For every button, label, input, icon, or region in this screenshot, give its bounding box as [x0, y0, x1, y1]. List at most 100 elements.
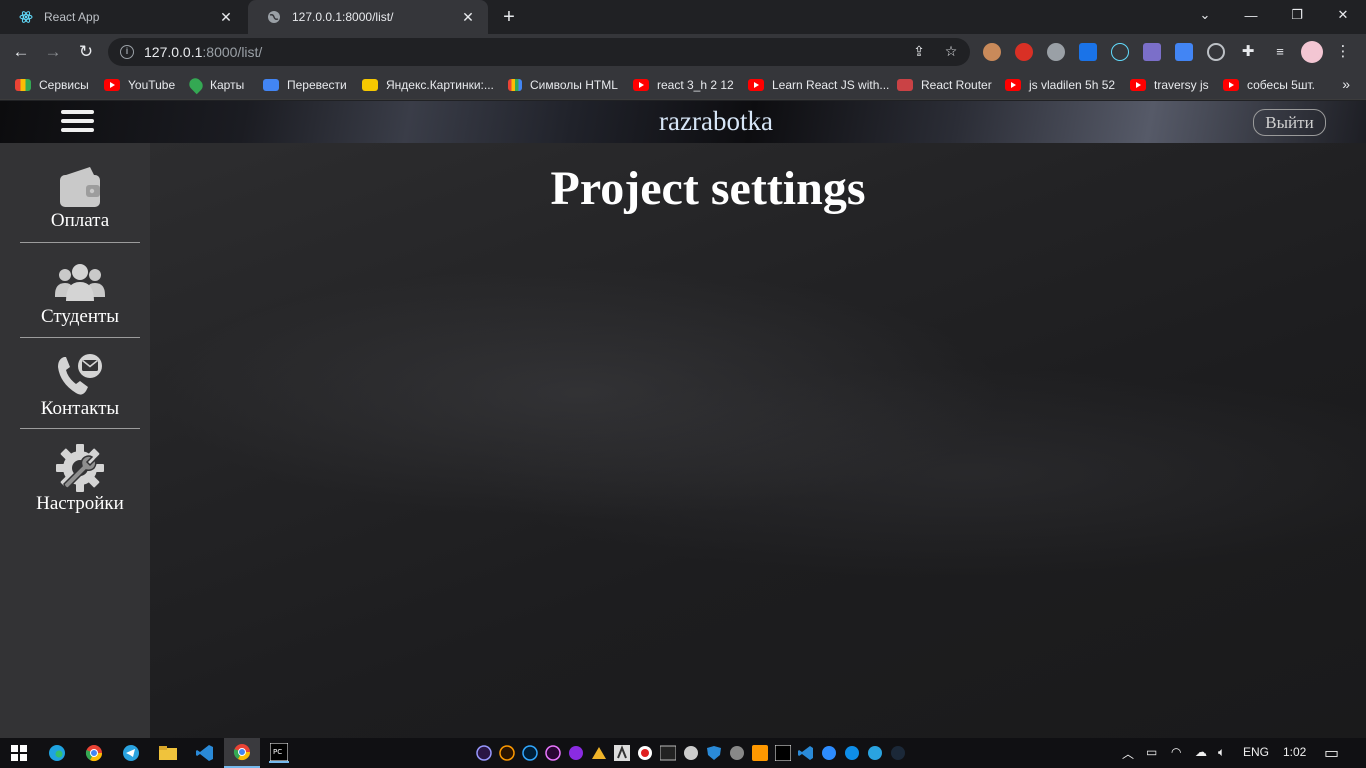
youtube-icon	[1223, 79, 1239, 91]
tray-volume-icon[interactable]: 🔈︎	[1218, 745, 1225, 760]
sublime-icon[interactable]	[750, 743, 770, 763]
react-router-icon	[897, 79, 913, 91]
close-window-button[interactable]: ✕	[1320, 0, 1366, 30]
bookmark-label: Яндекс.Картинки:...	[386, 78, 494, 92]
bookmark-label: Карты	[210, 78, 245, 92]
extension-f-icon[interactable]	[1079, 43, 1097, 61]
record-icon[interactable]	[635, 743, 655, 763]
steam-icon[interactable]	[888, 743, 908, 763]
react-favicon-icon	[18, 9, 34, 25]
extension-react-devtools-icon[interactable]	[1111, 43, 1129, 61]
extension-gear-icon[interactable]	[1047, 43, 1065, 61]
vscode-icon[interactable]	[195, 743, 215, 763]
reload-button[interactable]: ↻	[73, 39, 99, 65]
profile-avatar[interactable]	[1301, 41, 1323, 63]
sidebar-item-students[interactable]: Студенты	[20, 261, 140, 328]
tray-language[interactable]: ENG	[1243, 745, 1269, 759]
sidebar-item-label: Контакты	[40, 398, 120, 419]
app-header: razrabotka Выйти	[0, 101, 1366, 143]
extension-hand-icon[interactable]	[1015, 43, 1033, 61]
tray-cloud-icon[interactable]: ☁	[1195, 745, 1207, 759]
illustrator-icon[interactable]	[497, 743, 517, 763]
photoshop-icon[interactable]	[520, 743, 540, 763]
bookmark-traversy-js[interactable]: traversy js	[1130, 77, 1209, 93]
premiere-icon[interactable]	[543, 743, 563, 763]
bookmark-html-symbols[interactable]: Символы HTML	[508, 77, 618, 93]
tray-chevron-icon[interactable]: ︿	[1122, 745, 1134, 762]
bookmarks-overflow-icon[interactable]: »	[1342, 76, 1350, 92]
windows-taskbar: PC ︿ ▭ ◠ ☁ 🔈︎ ENG 1:02 ▭	[0, 738, 1366, 768]
logout-button[interactable]: Выйти	[1253, 109, 1326, 136]
file-explorer-icon[interactable]	[158, 743, 178, 763]
maps-pin-icon	[186, 75, 206, 95]
sidebar: Оплата Студенты Контакты Настройки	[0, 143, 150, 738]
new-tab-button[interactable]: +	[498, 6, 520, 28]
bookmark-yandex-images[interactable]: Яндекс.Картинки:...	[362, 77, 494, 93]
restore-button[interactable]: ❐	[1274, 0, 1320, 30]
vscode-small-icon[interactable]	[796, 743, 816, 763]
extension-owl-icon[interactable]	[983, 43, 1001, 61]
chrome-active-icon[interactable]	[224, 738, 260, 768]
sidebar-item-settings[interactable]: Настройки	[20, 442, 140, 515]
bookmark-label: YouTube	[128, 78, 176, 92]
notifications-icon[interactable]: ▭	[1324, 743, 1339, 763]
bookmark-maps[interactable]: Карты	[186, 75, 245, 95]
chrome-icon[interactable]	[84, 743, 104, 763]
html-symbols-icon	[508, 79, 522, 91]
bookmark-react-3h[interactable]: react 3_h 2 12	[633, 77, 734, 93]
tray-clock[interactable]: 1:02	[1283, 745, 1306, 759]
bookmark-translate[interactable]: Перевести	[263, 77, 347, 93]
extension-colorpicker-icon[interactable]	[1143, 43, 1161, 61]
site-info-icon[interactable]: i	[120, 45, 134, 59]
bookmark-youtube[interactable]: YouTube	[104, 77, 175, 93]
pycharm-icon[interactable]: PC	[269, 743, 289, 763]
edge-icon[interactable]	[47, 743, 67, 763]
tab-close-icon[interactable]: ✕	[218, 9, 234, 25]
share-icon[interactable]: ⇪	[910, 43, 928, 60]
bookmark-js-vladilen[interactable]: js vladilen 5h 52	[1005, 77, 1115, 93]
bookmark-label: Символы HTML	[530, 78, 618, 92]
terminal-icon[interactable]	[658, 743, 678, 763]
app-warning-icon[interactable]	[589, 743, 609, 763]
back-button[interactable]: ←	[8, 39, 34, 65]
extension-target-icon[interactable]	[1207, 43, 1225, 61]
pycharm-small-icon[interactable]	[773, 743, 793, 763]
tab-react-app[interactable]: React App ✕	[0, 0, 246, 34]
bookmark-services[interactable]: Сервисы	[15, 77, 89, 93]
sidebar-item-contacts[interactable]: Контакты	[20, 351, 140, 420]
tray-wifi-icon[interactable]: ◠	[1171, 745, 1181, 759]
bookmark-label: react 3_h 2 12	[657, 78, 734, 92]
tab-search-chevron-icon[interactable]: ⌄	[1182, 0, 1228, 30]
app-lambda-icon[interactable]	[612, 743, 632, 763]
minimize-button[interactable]: —	[1228, 0, 1274, 30]
tray-battery-icon[interactable]: ▭	[1146, 745, 1157, 759]
bookmark-star-icon[interactable]: ☆	[942, 43, 960, 60]
forward-button[interactable]: →	[40, 39, 66, 65]
tab-close-icon[interactable]: ✕	[460, 9, 476, 25]
bookmark-label: React Router	[921, 78, 992, 92]
windows-start-icon[interactable]	[9, 743, 29, 763]
app-cloud-icon[interactable]	[681, 743, 701, 763]
teamviewer-icon[interactable]	[842, 743, 862, 763]
telegram-small-icon[interactable]	[865, 743, 885, 763]
media-control-icon[interactable]: ≡	[1271, 43, 1289, 61]
sidebar-item-payment[interactable]: Оплата	[20, 163, 140, 232]
app-purple-icon[interactable]	[566, 743, 586, 763]
globe-favicon-icon	[266, 9, 282, 25]
app-gray-icon[interactable]	[727, 743, 747, 763]
youtube-icon	[104, 79, 120, 91]
shield-icon[interactable]	[704, 743, 724, 763]
bookmark-sobesy[interactable]: собесы 5шт.	[1223, 77, 1315, 93]
zoom-icon[interactable]	[819, 743, 839, 763]
extensions-puzzle-icon[interactable]: ✚	[1239, 43, 1257, 61]
svg-text:PC: PC	[273, 748, 282, 756]
bookmark-learn-react[interactable]: Learn React JS with...	[748, 77, 889, 93]
extension-translate-icon[interactable]	[1175, 43, 1193, 61]
tab-list-page[interactable]: 127.0.0.1:8000/list/ ✕	[248, 0, 488, 34]
address-bar[interactable]: i 127.0.0.1:8000/list/ ⇪ ☆	[108, 38, 970, 66]
bookmark-label: js vladilen 5h 52	[1029, 78, 1116, 92]
after-effects-icon[interactable]	[474, 743, 494, 763]
bookmark-react-router[interactable]: React Router	[897, 77, 992, 93]
telegram-icon[interactable]	[121, 743, 141, 763]
menu-kebab-icon[interactable]: ⋮	[1334, 43, 1352, 61]
